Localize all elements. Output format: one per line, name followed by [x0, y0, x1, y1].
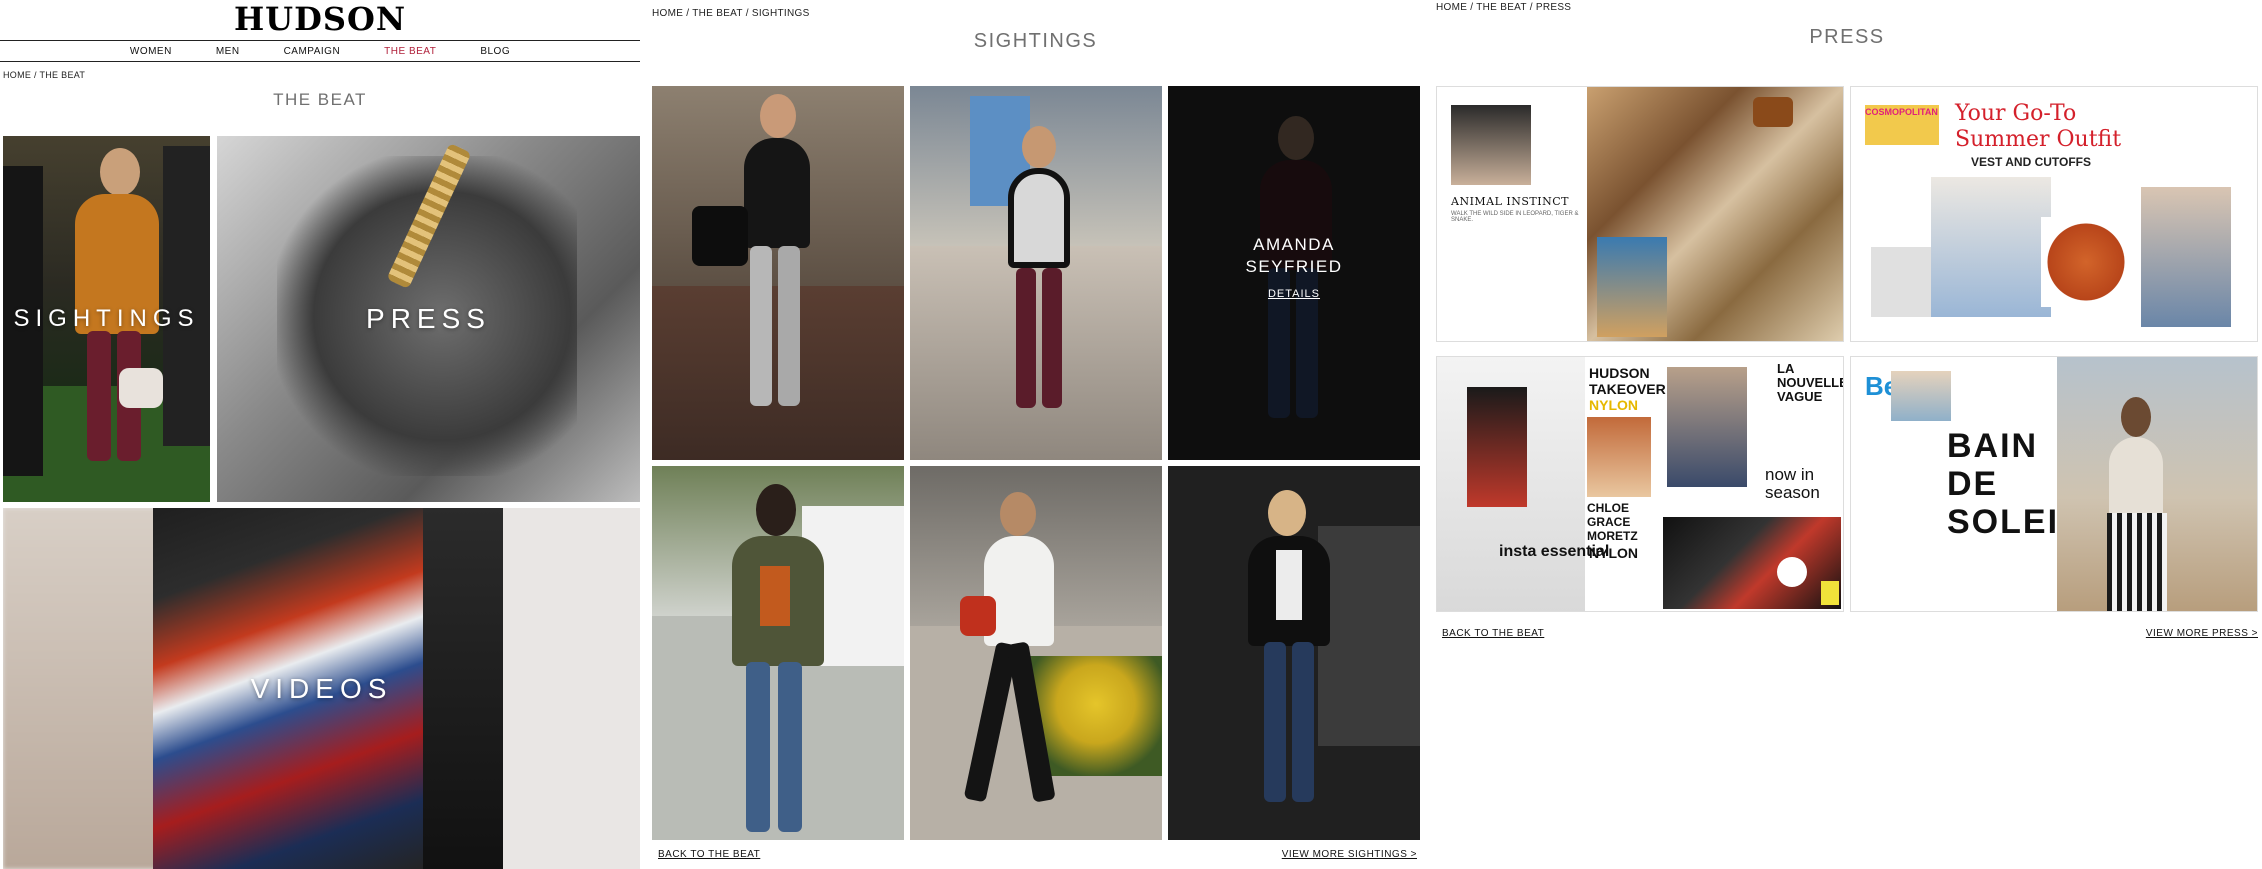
sighting-photo-5[interactable] — [910, 466, 1162, 840]
main-nav: WOMEN MEN CAMPAIGN THE BEAT BLOG — [0, 40, 640, 62]
flower-bed — [1030, 656, 1162, 776]
nav-blog[interactable]: BLOG — [480, 46, 510, 57]
tile-label-sightings: SIGHTINGS — [13, 305, 200, 332]
videos-tile[interactable]: VIDEOS — [3, 508, 640, 869]
tile-label-press: PRESS — [366, 303, 491, 334]
sighting-photo-1[interactable] — [652, 86, 904, 460]
nav-women[interactable]: WOMEN — [130, 46, 172, 57]
view-more-sightings-link[interactable]: VIEW MORE SIGHTINGS > — [1282, 849, 1417, 860]
featured-name-line1: AMANDA — [1253, 235, 1335, 254]
handbag — [119, 368, 163, 408]
nav-campaign[interactable]: CAMPAIGN — [284, 46, 341, 57]
page-title: PRESS — [1809, 26, 1885, 48]
featured-name-line2: SEYFRIED — [1245, 257, 1343, 276]
bag — [2041, 217, 2131, 307]
press-tile[interactable]: PRESS — [217, 136, 640, 502]
hudson-logo[interactable]: HUDSON — [0, 0, 640, 38]
sightings-tile[interactable]: SIGHTINGS — [3, 136, 210, 502]
sighting-photo-2[interactable] — [910, 86, 1162, 460]
sighting-photo-4[interactable] — [652, 466, 904, 840]
sighting-photo-featured[interactable]: AMANDA SEYFRIED DETAILS — [1168, 86, 1420, 460]
handbag — [692, 206, 748, 266]
press-clipping-2[interactable]: COSMOPOLITAN Your Go-To Summer Outfit VE… — [1850, 86, 2258, 342]
beat-panel: HUDSON WOMEN MEN CAMPAIGN THE BEAT BLOG … — [0, 0, 640, 869]
page-title: THE BEAT — [273, 90, 367, 109]
flower-icon — [1777, 557, 1807, 587]
sightings-panel: HOME / THE BEAT / SIGHTINGS SIGHTINGS AM… — [648, 0, 1423, 869]
view-more-press-link[interactable]: VIEW MORE PRESS > — [2146, 628, 2258, 639]
back-to-the-beat-link[interactable]: BACK TO THE BEAT — [658, 849, 760, 860]
details-link[interactable]: DETAILS — [1168, 288, 1420, 300]
sighting-photo-6[interactable] — [1168, 466, 1420, 840]
press-clipping-4[interactable]: Be BAIN DE SOLEIL — [1850, 356, 2258, 612]
press-panel: HOME / THE BEAT / PRESS PRESS ANIMAL INS… — [1432, 0, 2262, 869]
nav-men[interactable]: MEN — [216, 46, 240, 57]
press-clipping-1[interactable]: ANIMAL INSTINCT WALK THE WILD SIDE IN LE… — [1436, 86, 1844, 342]
page-title: SIGHTINGS — [973, 30, 1098, 52]
model-portrait — [1451, 105, 1531, 185]
press-clipping-3[interactable]: HUDSON TAKEOVER NYLON CHLOE GRACE MORETZ… — [1436, 356, 1844, 612]
breadcrumb: HOME / THE BEAT / SIGHTINGS — [652, 8, 810, 19]
striped-pants — [2107, 513, 2167, 611]
back-to-the-beat-link[interactable]: BACK TO THE BEAT — [1442, 628, 1544, 639]
tile-label-videos: VIDEOS — [250, 672, 393, 704]
breadcrumb: HOME / THE BEAT / PRESS — [1436, 2, 1572, 13]
nav-the-beat[interactable]: THE BEAT — [384, 46, 436, 57]
breadcrumb: HOME / THE BEAT — [3, 70, 86, 80]
